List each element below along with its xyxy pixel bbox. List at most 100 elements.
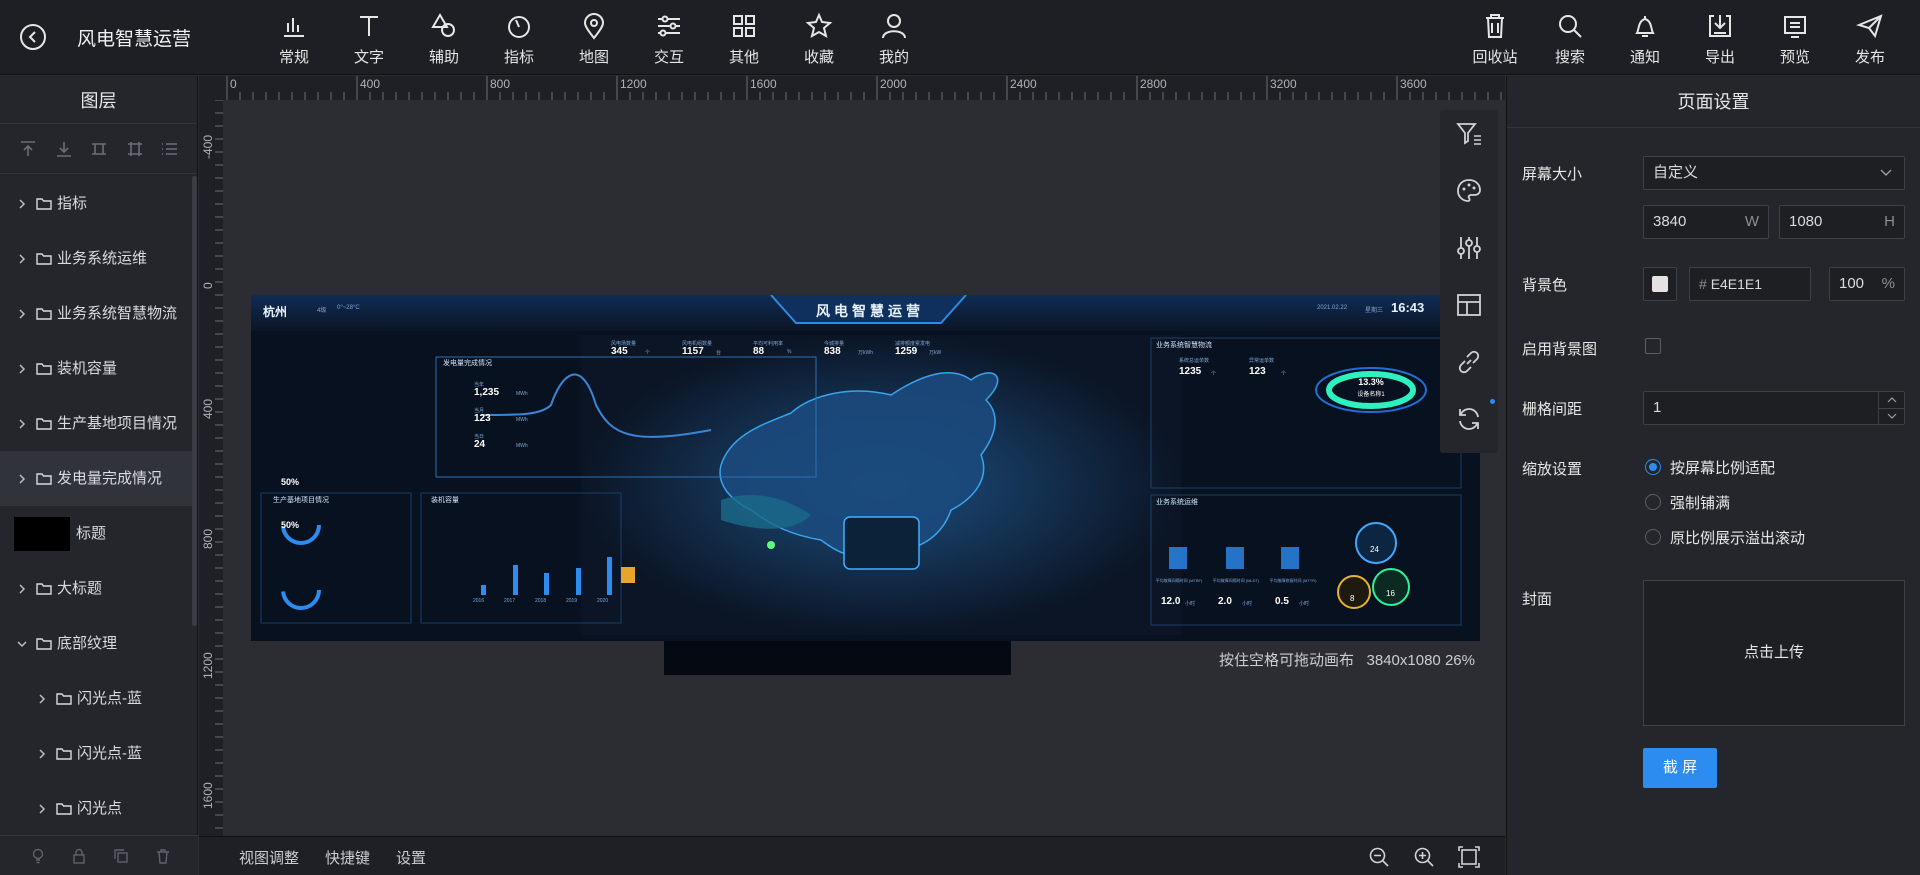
layer-item-label: 发电量完成情况: [57, 470, 163, 487]
toolbar-notify-button[interactable]: 通知: [1615, 12, 1675, 70]
scale-scroll-label[interactable]: 原比例展示溢出滚动: [1670, 527, 1805, 548]
bg-image-checkbox[interactable]: [1645, 338, 1661, 354]
ungroup-icon[interactable]: [126, 140, 144, 158]
cover-upload[interactable]: 点击上传: [1643, 580, 1905, 726]
trash-icon: [1486, 14, 1504, 38]
chevron-down-icon: [1880, 169, 1892, 176]
toolbar-search-button[interactable]: 搜索: [1540, 12, 1600, 70]
bg-color-label: 背景色: [1522, 277, 1568, 294]
toolbar-regular-button[interactable]: 常规: [264, 12, 324, 70]
scale-fill-radio[interactable]: [1645, 494, 1661, 510]
fit-screen-icon[interactable]: [1458, 846, 1480, 868]
grid-spacing-stepper[interactable]: [1878, 392, 1904, 424]
dash-gauge-2: 50%: [281, 520, 300, 530]
layout-icon[interactable]: [1455, 291, 1483, 319]
dash-bubble-1: 24: [1370, 545, 1379, 554]
dashboard-preview-art: [251, 295, 1480, 641]
screen-height-input[interactable]: 1080 H: [1779, 205, 1905, 239]
move-top-icon[interactable]: [19, 140, 37, 158]
grid-spacing-input[interactable]: 1: [1643, 391, 1905, 425]
back-button[interactable]: [20, 24, 46, 50]
layer-tools: [0, 124, 197, 174]
group-icon[interactable]: [90, 140, 108, 158]
layer-item[interactable]: 指标: [0, 176, 192, 231]
settings-link[interactable]: 设置: [396, 847, 426, 868]
chevron-right-icon[interactable]: [17, 198, 27, 210]
chevron-right-icon[interactable]: [17, 418, 27, 430]
toolbar-favorites-button[interactable]: 收藏: [789, 12, 849, 70]
layer-item[interactable]: 底部纹理: [0, 616, 192, 671]
filter-icon[interactable]: [1455, 120, 1483, 148]
layer-item[interactable]: 生产基地项目情况: [0, 396, 192, 451]
screen-width-input[interactable]: 3840 W: [1643, 205, 1769, 239]
horizontal-ruler[interactable]: 0 400 800 1200 1600 2000 2400 2800 3200 3600: [199, 76, 1505, 100]
palette-icon[interactable]: [1455, 177, 1483, 205]
layer-item[interactable]: 业务系统智慧物流: [0, 286, 192, 341]
toolbar-export-button[interactable]: 导出: [1690, 12, 1750, 70]
layer-item[interactable]: 闪光点-蓝: [0, 726, 192, 781]
scale-fit-label[interactable]: 按屏幕比例适配: [1670, 457, 1775, 478]
view-adjust-link[interactable]: 视图调整: [239, 847, 299, 868]
move-bottom-icon[interactable]: [55, 140, 73, 158]
ruler-v-label: -400: [201, 134, 215, 159]
zoom-in-icon[interactable]: [1413, 846, 1435, 868]
search-icon: [1559, 15, 1582, 38]
toolbar-recycle-button[interactable]: 回收站: [1465, 12, 1525, 70]
shortcuts-link[interactable]: 快捷键: [325, 847, 370, 868]
toolbar-indicator-button[interactable]: 指标: [489, 12, 549, 70]
bulb-icon[interactable]: [30, 848, 46, 864]
copy-icon[interactable]: [113, 848, 129, 864]
toolbar-other-button[interactable]: 其他: [714, 12, 774, 70]
chevron-right-icon[interactable]: [37, 803, 47, 815]
list-icon[interactable]: [161, 140, 179, 158]
layer-scrollbar[interactable]: [192, 176, 197, 626]
chevron-right-icon[interactable]: [17, 363, 27, 375]
layer-item[interactable]: 业务系统运维: [0, 231, 192, 286]
dash-ops-value: 0.5: [1275, 596, 1289, 607]
toolbar-publish-button[interactable]: 发布: [1840, 12, 1900, 70]
toolbar-preview-button[interactable]: 预览: [1765, 12, 1825, 70]
bg-color-hex-input[interactable]: # E4E1E1: [1689, 267, 1811, 301]
layer-item[interactable]: 发电量完成情况: [0, 451, 192, 506]
toolbar-assist-button[interactable]: 辅助: [414, 12, 474, 70]
chevron-down-icon[interactable]: [17, 638, 27, 650]
ruler-h-label: 2000: [880, 77, 907, 91]
chevron-right-icon[interactable]: [37, 748, 47, 760]
dash-panel-ops: 业务系统运维: [1156, 499, 1198, 506]
layer-item-label: 闪光点: [77, 800, 123, 817]
layer-panel: 图层 指标 业务系统运维 业务系统智慧物流 装机容量 生产基地项目情况 发电量完成情况 标题…: [0, 76, 198, 875]
adjust-icon[interactable]: [1455, 234, 1483, 262]
chevron-right-icon[interactable]: [17, 583, 27, 595]
zoom-out-icon[interactable]: [1368, 846, 1390, 868]
preview-icon: [1784, 16, 1806, 38]
bg-color-swatch[interactable]: [1643, 267, 1677, 301]
scale-fill-label[interactable]: 强制铺满: [1670, 492, 1730, 513]
toolbar-map-button[interactable]: 地图: [564, 12, 624, 70]
chevron-right-icon[interactable]: [37, 693, 47, 705]
toolbar-mine-button[interactable]: 我的: [864, 12, 924, 70]
bg-opacity-input[interactable]: 100%: [1829, 267, 1905, 301]
dash-year-label: 2019: [566, 598, 578, 604]
toolbar-interact-button[interactable]: 交互: [639, 12, 699, 70]
delete-icon[interactable]: [155, 848, 171, 864]
chevron-right-icon[interactable]: [17, 473, 27, 485]
scale-fit-radio[interactable]: [1645, 459, 1661, 475]
screen-size-select[interactable]: 自定义: [1643, 156, 1905, 190]
dash-ops-label: 平均故障修复时间 (MTTR): [1269, 578, 1317, 583]
layer-item[interactable]: 大标题: [0, 561, 192, 616]
layer-item[interactable]: 装机容量: [0, 341, 192, 396]
vertical-ruler[interactable]: -400 0 400 800 1200 1600: [199, 76, 223, 855]
scale-scroll-radio[interactable]: [1645, 529, 1661, 545]
editor-canvas[interactable]: 杭州 4级 0°~28°C 风电智慧运营 2021.02.22 星期三 16:4…: [223, 100, 1505, 836]
layer-item[interactable]: 标题: [0, 506, 192, 561]
layer-item[interactable]: 闪光点: [0, 781, 192, 836]
layer-item[interactable]: 闪光点-蓝: [0, 671, 192, 726]
chevron-right-icon[interactable]: [17, 308, 27, 320]
toolbar-text-button[interactable]: 文字: [339, 12, 399, 70]
lock-icon[interactable]: [71, 848, 87, 864]
chevron-right-icon[interactable]: [17, 253, 27, 265]
link-icon[interactable]: [1455, 348, 1483, 376]
refresh-icon[interactable]: [1455, 405, 1483, 433]
screenshot-button[interactable]: 截 屏: [1643, 748, 1717, 788]
dashboard-screen-preview[interactable]: 杭州 4级 0°~28°C 风电智慧运营 2021.02.22 星期三 16:4…: [251, 295, 1480, 641]
